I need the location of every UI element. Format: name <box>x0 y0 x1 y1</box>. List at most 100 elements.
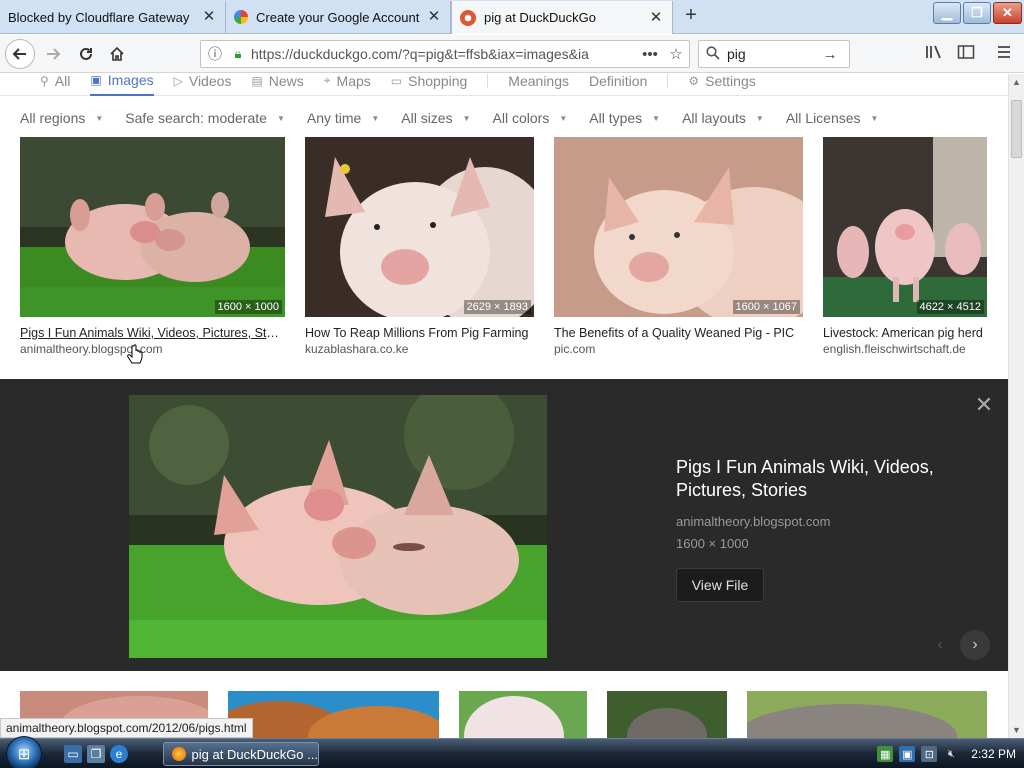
tab-videos[interactable]: ▷ Videos <box>174 74 232 96</box>
clock[interactable]: 2:32 PM <box>971 747 1016 761</box>
url-bar[interactable]: ⓘ 🔒︎ https://duckduckgo.com/?q=pig&t=ffs… <box>200 40 690 68</box>
arrow-right-icon <box>47 48 61 60</box>
filter-size[interactable]: All sizes ▼ <box>401 108 470 128</box>
image-result-9[interactable] <box>747 691 987 738</box>
browser-search-box[interactable]: → <box>698 40 850 68</box>
detail-source[interactable]: animaltheory.blogspot.com <box>676 514 830 529</box>
close-tab-icon[interactable]: ✕ <box>426 9 442 25</box>
result-title-3[interactable]: The Benefits of a Quality Weaned Pig - P… <box>554 326 803 340</box>
pig-photo-large <box>129 395 547 658</box>
search-input[interactable] <box>727 46 817 62</box>
back-button[interactable] <box>5 39 35 69</box>
image-result-3[interactable]: 1600 × 1067 <box>554 137 803 317</box>
image-dimensions: 4622 × 4512 <box>916 300 984 314</box>
previous-image-button[interactable]: ‹ <box>925 630 955 660</box>
image-result-4[interactable]: 4622 × 4512 <box>823 137 987 317</box>
tab-definition[interactable]: Definition <box>589 74 647 96</box>
result-source-1[interactable]: animaltheory.blogspot.com <box>20 342 285 356</box>
search-icon <box>699 45 727 63</box>
image-result-2[interactable]: 2629 × 1893 <box>305 137 534 317</box>
tab-cloudflare[interactable]: Blocked by Cloudflare Gateway ✕ <box>0 1 226 33</box>
library-icon[interactable] <box>924 44 944 64</box>
map-pin-icon: ⌖ <box>323 74 331 87</box>
image-result-1[interactable]: 1600 × 1000 <box>20 137 285 317</box>
result-source-4[interactable]: english.fleischwirtschaft.de <box>823 342 987 356</box>
image-result-6[interactable] <box>228 691 439 738</box>
filter-safe-search[interactable]: Safe search: moderate ▼ <box>125 108 285 128</box>
forward-button[interactable] <box>39 40 67 68</box>
image-icon: ▣ <box>90 74 102 87</box>
view-file-button[interactable]: View File <box>676 568 764 602</box>
reload-button[interactable] <box>72 40 100 68</box>
detail-image[interactable] <box>129 395 547 658</box>
result-title-2[interactable]: How To Reap Millions From Pig Farming <box>305 326 534 340</box>
volume-muted-icon[interactable]: 🔇︎ <box>943 746 959 762</box>
security-icon[interactable]: ▣ <box>899 746 916 762</box>
tab-label: Settings <box>705 74 756 89</box>
scrollbar-thumb[interactable] <box>1011 100 1022 158</box>
firefox-icon <box>172 747 186 761</box>
result-title-4[interactable]: Livestock: American pig herd <box>823 326 987 340</box>
minimize-button[interactable]: ▁ <box>933 2 961 24</box>
bookmark-star-icon[interactable]: ☆ <box>663 45 689 63</box>
taskbar-window-firefox[interactable]: pig at DuckDuckGo ... <box>163 742 319 766</box>
pig-photo-thumbnail <box>607 691 727 738</box>
tab-news[interactable]: ▤ News <box>251 74 303 96</box>
tab-meanings[interactable]: Meanings <box>508 74 569 96</box>
filter-label: All sizes <box>401 110 453 126</box>
tab-duckduckgo[interactable]: pig at DuckDuckGo ✕ <box>451 1 673 34</box>
filter-time[interactable]: Any time ▼ <box>307 108 379 128</box>
result-source-3[interactable]: pic.com <box>554 342 803 356</box>
close-tab-icon[interactable]: ✕ <box>201 9 217 25</box>
result-source-2[interactable]: kuzablashara.co.ke <box>305 342 534 356</box>
network-icon[interactable]: ▦ <box>877 746 894 762</box>
show-desktop-icon[interactable]: ▭ <box>64 745 82 763</box>
filter-type[interactable]: All types ▼ <box>589 108 660 128</box>
search-go-icon[interactable]: → <box>817 46 843 63</box>
close-detail-icon[interactable]: ✕ <box>974 394 994 416</box>
close-window-button[interactable]: ✕ <box>993 2 1022 24</box>
result-title-1[interactable]: Pigs I Fun Animals Wiki, Videos, Picture… <box>20 326 285 340</box>
arrow-left-icon <box>12 48 26 60</box>
page-actions-icon[interactable]: ••• <box>637 46 663 63</box>
tab-divider <box>667 74 669 88</box>
switch-windows-icon[interactable]: ❐ <box>87 745 105 763</box>
filter-layout[interactable]: All layouts ▼ <box>682 108 764 128</box>
url-text[interactable]: https://duckduckgo.com/?q=pig&t=ffsb&iax… <box>247 46 637 62</box>
vertical-scrollbar[interactable]: ▲ ▼ <box>1008 74 1024 738</box>
new-tab-button[interactable]: + <box>680 5 702 27</box>
filter-region[interactable]: All regions ▼ <box>20 108 103 128</box>
tab-maps[interactable]: ⌖ Maps <box>324 74 371 96</box>
tab-label: Images <box>107 74 154 88</box>
internet-explorer-icon[interactable]: e <box>110 745 128 763</box>
filter-label: Safe search: moderate <box>125 110 267 126</box>
pig-photo-thumbnail <box>20 137 285 317</box>
tab-label: Meanings <box>508 74 569 89</box>
video-icon: ▷ <box>173 74 183 88</box>
connection-icon[interactable]: ⊡ <box>921 746 938 762</box>
filter-color[interactable]: All colors ▼ <box>493 108 568 128</box>
close-tab-icon[interactable]: ✕ <box>648 9 664 26</box>
filter-license[interactable]: All Licenses ▼ <box>786 108 879 128</box>
tab-settings[interactable]: ⚙ Settings <box>688 74 755 96</box>
image-result-7[interactable] <box>459 691 587 738</box>
tab-google-account[interactable]: Create your Google Account ✕ <box>226 1 451 33</box>
home-button[interactable] <box>103 40 131 68</box>
menu-icon[interactable] <box>994 44 1014 64</box>
image-result-8[interactable] <box>607 691 727 738</box>
status-bar-url: animaltheory.blogspot.com/2012/06/pigs.h… <box>0 718 253 738</box>
lock-icon[interactable]: 🔒︎ <box>229 46 247 62</box>
tab-images[interactable]: ▣ Images <box>90 74 154 96</box>
restore-button[interactable]: ❐ <box>963 2 991 24</box>
scroll-up-icon[interactable]: ▲ <box>1009 74 1024 90</box>
tab-title: Create your Google Account <box>256 9 420 25</box>
info-icon[interactable]: ⓘ <box>201 44 229 64</box>
detail-title[interactable]: Pigs I Fun Animals Wiki, Videos, Picture… <box>676 456 966 502</box>
scroll-down-icon[interactable]: ▼ <box>1009 722 1024 738</box>
start-button[interactable]: ⊞ <box>6 736 42 768</box>
tab-all[interactable]: ⚲ All <box>40 74 70 96</box>
sidebar-icon[interactable] <box>956 44 976 64</box>
duckduckgo-page: ⚲ All ▣ Images ▷ Videos ▤ News ⌖ Maps ▭ … <box>0 74 1008 738</box>
next-image-button[interactable]: › <box>960 630 990 660</box>
tab-shopping[interactable]: ▭ Shopping <box>391 74 468 96</box>
